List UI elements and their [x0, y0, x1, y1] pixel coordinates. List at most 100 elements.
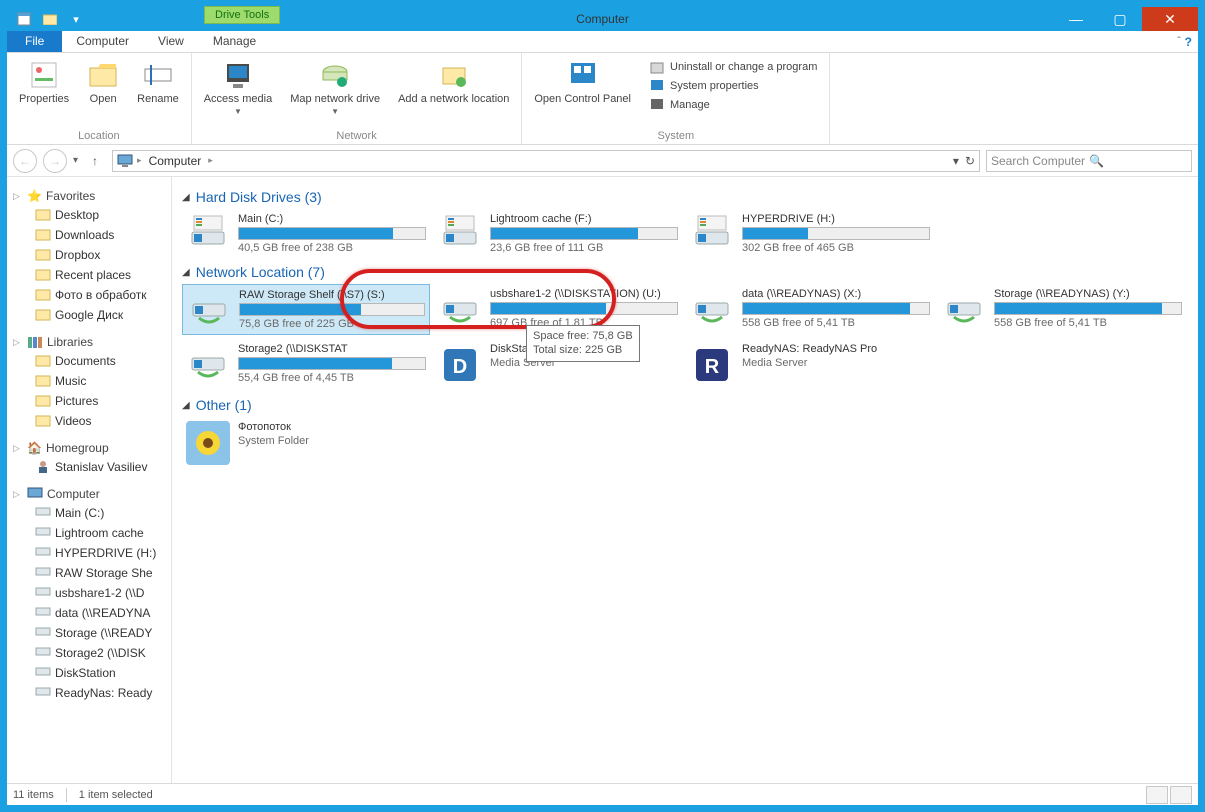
forward-button[interactable]: →	[43, 149, 67, 173]
sidebar-item[interactable]: Pictures	[13, 391, 165, 411]
sidebar-item[interactable]: Google Диск	[13, 305, 165, 325]
tooltip: Space free: 75,8 GB Total size: 225 GB	[526, 325, 640, 362]
tab-manage[interactable]: Manage	[199, 31, 271, 52]
refresh-icon[interactable]: ↻	[965, 154, 975, 168]
chevron-down-icon: ▼	[234, 107, 242, 116]
drive-item[interactable]: data (\\READYNAS) (X:)558 GB free of 5,4…	[686, 284, 934, 335]
media-server-icon: D	[438, 343, 482, 387]
section-network-location[interactable]: ◢Network Location (7)	[182, 258, 1188, 284]
titlebar: ▾ Drive Tools Computer — ▢ ✕	[7, 7, 1198, 31]
section-other[interactable]: ◢Other (1)	[182, 391, 1188, 417]
system-list: Uninstall or change a program System pro…	[645, 57, 821, 130]
status-items: 11 items	[13, 789, 54, 801]
minimize-button[interactable]: —	[1054, 7, 1098, 31]
ribbon-group-network: Access media ▼ Map network drive ▼ Add a…	[192, 53, 523, 144]
sidebar-item[interactable]: Dropbox	[13, 245, 165, 265]
sidebar-item[interactable]: Documents	[13, 351, 165, 371]
access-media-icon	[222, 59, 254, 91]
drive-item[interactable]: Lightroom cache (F:)23,6 GB free of 111 …	[434, 209, 682, 258]
add-network-location-button[interactable]: Add a network location	[394, 57, 513, 130]
context-tab-drive-tools[interactable]: Drive Tools	[204, 6, 280, 24]
back-button[interactable]: ←	[13, 149, 37, 173]
drive-item[interactable]: Main (C:)40,5 GB free of 238 GB	[182, 209, 430, 258]
ribbon-group-title: Location	[15, 130, 183, 144]
search-box[interactable]: Search Computer 🔍	[986, 150, 1192, 172]
drive-item[interactable]: RAW Storage Shelf (\\S7) (S:)75,8 GB fre…	[182, 284, 430, 335]
ribbon-group-location: Properties Open Rename Location	[7, 53, 192, 144]
sidebar-item[interactable]: ReadyNas: Ready	[13, 683, 165, 703]
status-bar: 11 items 1 item selected	[7, 783, 1198, 805]
drive-icon	[438, 213, 482, 249]
help-icon[interactable]: ?	[1185, 35, 1192, 49]
drive-icon	[186, 343, 230, 379]
sidebar-group-favorites[interactable]: ▷⭐Favorites	[13, 187, 165, 205]
breadcrumb[interactable]: Computer	[146, 154, 205, 168]
rename-button[interactable]: Rename	[133, 57, 183, 130]
nav-pane: ▷⭐Favorites DesktopDownloadsDropboxRecen…	[7, 177, 172, 783]
body: ▷⭐Favorites DesktopDownloadsDropboxRecen…	[7, 177, 1198, 783]
sidebar-item[interactable]: Videos	[13, 411, 165, 431]
qat-dropdown-icon[interactable]: ▾	[65, 9, 87, 29]
sidebar-item[interactable]: Storage (\\READY	[13, 623, 165, 643]
open-control-panel-button[interactable]: Open Control Panel	[530, 57, 635, 130]
media-server-item[interactable]: RReadyNAS: ReadyNAS ProMedia Server	[686, 339, 934, 391]
tab-computer[interactable]: Computer	[62, 31, 144, 52]
drive-icon	[438, 288, 482, 324]
system-properties-button[interactable]: System properties	[649, 78, 817, 94]
network-location-icon	[438, 59, 470, 91]
sidebar-item[interactable]: Downloads	[13, 225, 165, 245]
sidebar-item[interactable]: HYPERDRIVE (H:)	[13, 543, 165, 563]
sidebar-group-libraries[interactable]: ▷Libraries	[13, 333, 165, 351]
ribbon-collapse-icon[interactable]: ˆ	[1177, 36, 1180, 47]
up-button[interactable]: ↑	[84, 150, 106, 172]
folder-item[interactable]: ФотопотокSystem Folder	[182, 417, 430, 469]
sidebar-group-computer[interactable]: ▷Computer	[13, 485, 165, 503]
maximize-button[interactable]: ▢	[1098, 7, 1142, 31]
ribbon-group-title: Network	[200, 130, 514, 144]
sidebar-item[interactable]: Storage2 (\\DISK	[13, 643, 165, 663]
sidebar-group-homegroup[interactable]: ▷🏠Homegroup	[13, 439, 165, 457]
capacity-bar	[490, 302, 678, 315]
open-button[interactable]: Open	[83, 57, 123, 130]
sidebar-item[interactable]: Main (C:)	[13, 503, 165, 523]
homegroup-icon: 🏠	[27, 441, 42, 455]
sidebar-item[interactable]: Recent places	[13, 265, 165, 285]
view-details-button[interactable]	[1146, 786, 1168, 804]
uninstall-program-button[interactable]: Uninstall or change a program	[649, 59, 817, 75]
drive-item[interactable]: Storage (\\READYNAS) (Y:)558 GB free of …	[938, 284, 1186, 335]
properties-icon	[28, 59, 60, 91]
sidebar-item[interactable]: data (\\READYNA	[13, 603, 165, 623]
history-dropdown-icon[interactable]: ▾	[73, 155, 78, 166]
view-large-button[interactable]	[1170, 786, 1192, 804]
map-drive-button[interactable]: Map network drive ▼	[286, 57, 384, 130]
libraries-icon	[27, 335, 43, 349]
close-button[interactable]: ✕	[1142, 7, 1198, 31]
sidebar-item[interactable]: Фото в обработк	[13, 285, 165, 305]
sidebar-item[interactable]: Music	[13, 371, 165, 391]
qat-new-folder-icon[interactable]	[39, 9, 61, 29]
sidebar-item[interactable]: Desktop	[13, 205, 165, 225]
capacity-bar	[239, 303, 425, 316]
qat-properties-icon[interactable]	[13, 9, 35, 29]
drive-item[interactable]: Storage2 (\\DISKSTAT55,4 GB free of 4,45…	[182, 339, 430, 391]
window-buttons: — ▢ ✕	[1054, 7, 1198, 31]
sidebar-item[interactable]: RAW Storage She	[13, 563, 165, 583]
access-media-button[interactable]: Access media ▼	[200, 57, 276, 130]
sidebar-item[interactable]: Stanislav Vasiliev	[13, 457, 165, 477]
sidebar-item[interactable]: DiskStation	[13, 663, 165, 683]
address-dropdown-icon[interactable]: ▾	[953, 154, 959, 168]
system-properties-icon	[649, 78, 665, 94]
tab-view[interactable]: View	[144, 31, 199, 52]
sidebar-item[interactable]: usbshare1-2 (\\D	[13, 583, 165, 603]
section-hdd[interactable]: ◢Hard Disk Drives (3)	[182, 183, 1188, 209]
drive-item[interactable]: HYPERDRIVE (H:)302 GB free of 465 GB	[686, 209, 934, 258]
tab-file[interactable]: File	[7, 31, 62, 52]
manage-button[interactable]: Manage	[649, 97, 817, 113]
address-bar[interactable]: ▸ Computer ▸ ▾ ↻	[112, 150, 980, 172]
status-selected: 1 item selected	[79, 789, 153, 801]
nav-bar: ← → ▾ ↑ ▸ Computer ▸ ▾ ↻ Search Computer…	[7, 145, 1198, 177]
properties-button[interactable]: Properties	[15, 57, 73, 130]
drive-icon	[690, 288, 734, 324]
sidebar-item[interactable]: Lightroom cache	[13, 523, 165, 543]
computer-icon	[117, 154, 133, 168]
